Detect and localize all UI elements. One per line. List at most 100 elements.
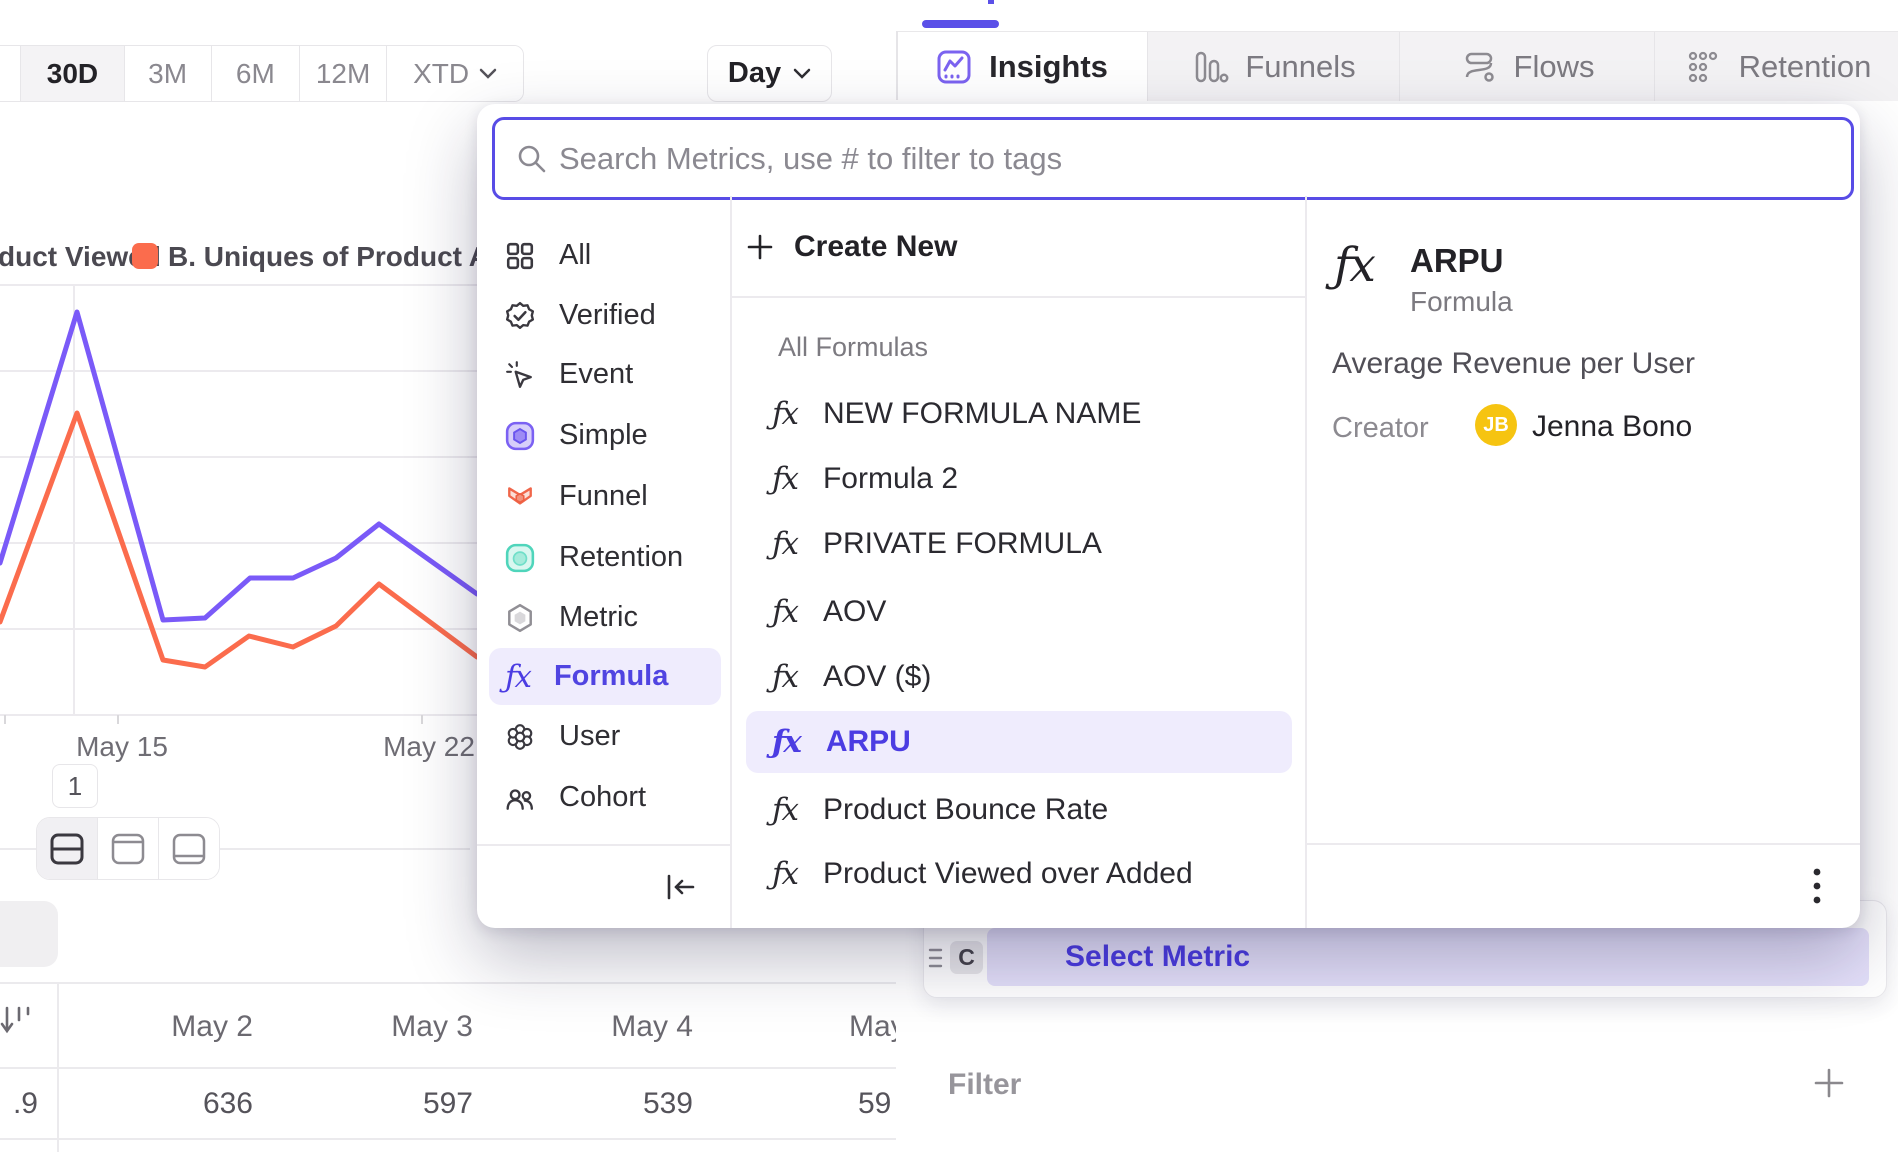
- formula-item-arpu-selected[interactable]: ƒx ARPU: [746, 711, 1292, 773]
- formula-item-label: Formula 2: [823, 462, 958, 496]
- table-cell: 636: [57, 1087, 253, 1121]
- formula-fx-icon: ƒx: [772, 526, 797, 562]
- formula-item-label: Product Bounce Rate: [823, 793, 1108, 827]
- kebab-menu-icon[interactable]: [1810, 866, 1824, 906]
- retention-dots-icon: [1685, 48, 1723, 86]
- formula-fx-icon: ƒx: [505, 659, 530, 695]
- grid-all-icon: [505, 241, 535, 271]
- detail-description: Average Revenue per User: [1332, 347, 1695, 381]
- simple-metric-icon: [505, 421, 535, 451]
- table-header-may3: May 3: [277, 1010, 473, 1044]
- series-tab-stub[interactable]: [0, 901, 58, 967]
- formula-item[interactable]: ƒx AOV: [746, 581, 1292, 643]
- category-label: Event: [559, 358, 633, 391]
- table-cell: 597: [277, 1087, 473, 1121]
- category-formula[interactable]: ƒx Formula: [489, 648, 721, 705]
- divider: [730, 296, 1305, 298]
- divider: [1306, 843, 1860, 845]
- plus-icon: [746, 233, 774, 261]
- create-new-button[interactable]: Create New: [746, 230, 957, 264]
- search-icon: [517, 144, 547, 174]
- insights-chart-icon: [935, 48, 973, 86]
- drag-handle-icon[interactable]: [928, 945, 943, 971]
- formula-item[interactable]: ƒx Formula 2: [746, 448, 1292, 510]
- metric-hexagon-icon: [505, 603, 535, 633]
- chevron-down-icon: [793, 68, 811, 80]
- formula-item[interactable]: ƒx Product Viewed over Added: [746, 843, 1292, 905]
- category-all[interactable]: All: [489, 227, 721, 284]
- tab-label: Retention: [1739, 49, 1872, 85]
- add-filter-button[interactable]: [1812, 1066, 1846, 1100]
- data-table: May 2 May 3 May 4 May .9 636 597 539 59: [0, 975, 896, 1152]
- formula-item[interactable]: ƒx AOV ($): [746, 646, 1292, 708]
- time-range-30d[interactable]: 30D: [20, 46, 123, 101]
- formula-item[interactable]: ƒx NEW FORMULA NAME: [746, 383, 1292, 445]
- nav-indicator-fragment: [988, 0, 994, 4]
- layout-table-only-button[interactable]: [158, 818, 219, 879]
- category-simple[interactable]: Simple: [489, 407, 721, 464]
- tab-label: Funnels: [1245, 49, 1355, 85]
- category-user[interactable]: User: [489, 708, 721, 765]
- search-input[interactable]: [557, 140, 1851, 178]
- formula-item[interactable]: ƒx PRIVATE FORMULA: [746, 513, 1292, 575]
- granularity-label: Day: [728, 57, 781, 90]
- creator-name: Jenna Bono: [1532, 410, 1692, 444]
- category-metric[interactable]: Metric: [489, 589, 721, 646]
- category-label: Verified: [559, 299, 656, 332]
- tab-funnels[interactable]: Funnels: [1148, 32, 1400, 101]
- divider: [477, 844, 730, 846]
- formula-item-label: Product Viewed over Added: [823, 857, 1193, 891]
- layout-split-button[interactable]: [37, 818, 97, 879]
- category-label: User: [559, 720, 620, 753]
- category-funnel[interactable]: Funnel: [489, 468, 721, 525]
- select-metric-row[interactable]: Select Metric: [987, 928, 1869, 986]
- event-cursor-icon: [505, 360, 535, 390]
- table-header-may2: May 2: [57, 1010, 253, 1044]
- formula-item[interactable]: ƒx Product Bounce Rate: [746, 779, 1292, 841]
- formula-item-label: PRIVATE FORMULA: [823, 527, 1102, 561]
- report-tabbar: Insights Funnels Flows: [896, 31, 1898, 101]
- time-range-partial[interactable]: [0, 46, 20, 101]
- category-retention[interactable]: Retention: [489, 529, 721, 586]
- formula-fx-icon: ƒx: [772, 792, 797, 828]
- sort-descending-icon[interactable]: [0, 1003, 34, 1037]
- create-new-label: Create New: [794, 230, 957, 264]
- app-window: 30D 3M 6M 12M XTD Day duct Viewed B. Uni…: [0, 0, 1898, 1152]
- category-event[interactable]: Event: [489, 346, 721, 403]
- user-cluster-icon: [505, 722, 535, 752]
- collapse-panel-icon[interactable]: [664, 872, 698, 902]
- creator-label: Creator: [1332, 412, 1429, 445]
- time-range-12m[interactable]: 12M: [299, 46, 386, 101]
- verified-badge-icon: [505, 301, 535, 331]
- tab-retention[interactable]: Retention: [1655, 32, 1898, 101]
- tab-label: Flows: [1514, 49, 1595, 85]
- time-range-3m[interactable]: 3M: [124, 46, 211, 101]
- cohort-people-icon: [505, 783, 535, 813]
- split-rows-icon: [48, 832, 86, 866]
- table-cell: 539: [497, 1087, 693, 1121]
- category-verified[interactable]: Verified: [489, 287, 721, 344]
- search-bar: [492, 117, 1854, 200]
- layout-toggle-group: [36, 817, 220, 880]
- retention-metric-icon: [505, 543, 535, 573]
- formula-fx-icon: ƒx: [772, 856, 797, 892]
- tab-flows[interactable]: Flows: [1400, 32, 1655, 101]
- page-number-button[interactable]: 1: [52, 764, 98, 808]
- table-cell-frozen: .9: [0, 1087, 38, 1121]
- tab-insights[interactable]: Insights: [896, 32, 1148, 101]
- detail-type-label: Formula: [1410, 286, 1513, 318]
- divider: [0, 1067, 896, 1069]
- divider: [730, 196, 732, 928]
- tab-label: Insights: [989, 49, 1108, 85]
- formula-item-label: ARPU: [826, 725, 911, 759]
- funnel-metric-icon: [505, 482, 535, 512]
- category-label: Funnel: [559, 480, 648, 513]
- legend-item-b-label: B. Uniques of Product Add: [168, 241, 523, 273]
- formula-item-label: AOV ($): [823, 660, 931, 694]
- time-range-6m[interactable]: 6M: [211, 46, 299, 101]
- time-range-xtd[interactable]: XTD: [386, 46, 523, 101]
- granularity-button[interactable]: Day: [707, 45, 832, 102]
- category-cohort[interactable]: Cohort: [489, 769, 721, 826]
- line-chart: [0, 283, 478, 729]
- layout-chart-only-button[interactable]: [97, 818, 158, 879]
